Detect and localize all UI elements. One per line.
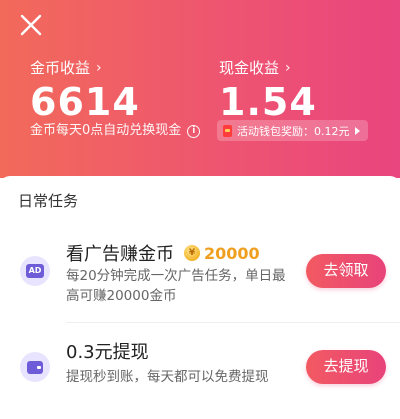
task-withdraw: 0.3元提现 提现秒到账，每天都可以免费提现 去提现 <box>0 338 400 408</box>
cash-earnings-value: 1.54 <box>219 80 317 124</box>
gold-earnings[interactable]: 金币收益 › 6614 <box>30 58 140 124</box>
divider <box>66 322 400 323</box>
chevron-right-icon: › <box>96 60 102 76</box>
ad-icon: AD <box>20 256 50 286</box>
close-button[interactable] <box>18 12 44 38</box>
wallet-icon-glyph <box>27 360 43 374</box>
task-watch-ads: AD 看广告赚金币 ¥ 20000 每20分钟完成一次广告任务，单日最高可赚20… <box>0 236 400 322</box>
close-icon <box>20 14 42 36</box>
task-panel: 日常任务 AD 看广告赚金币 ¥ 20000 每20分钟完成一次广告任务，单日最… <box>0 176 400 419</box>
task-description: 每20分钟完成一次广告任务，单日最高可赚20000金币 <box>66 268 286 304</box>
task-title: 0.3元提现 <box>66 338 149 364</box>
play-arrow-icon <box>354 126 360 135</box>
gold-earnings-label-text: 金币收益 <box>30 59 91 77</box>
gold-earnings-value: 6614 <box>30 80 140 124</box>
task-title-text: 0.3元提现 <box>66 342 149 363</box>
coin-reward: ¥ 20000 <box>184 244 260 263</box>
task-title-text: 看广告赚金币 <box>66 244 174 265</box>
gold-earnings-label: 金币收益 › <box>30 58 140 78</box>
claim-button[interactable]: 去领取 <box>306 254 386 288</box>
gold-exchange-note: 金币每天0点自动兑换现金 i <box>30 122 201 140</box>
activity-wallet-pill[interactable]: 活动钱包奖励：0.12元 <box>217 120 368 141</box>
coin-icon: ¥ <box>184 245 200 261</box>
task-description: 提现秒到账，每天都可以免费提现 <box>66 369 269 385</box>
wallet-icon <box>20 352 50 382</box>
red-packet-icon <box>223 124 232 137</box>
cash-earnings-label-text: 现金收益 <box>219 59 280 77</box>
earnings-header: 金币收益 › 6614 现金收益 › 1.54 金币每天0点自动兑换现金 i 活… <box>0 0 400 178</box>
section-title: 日常任务 <box>18 192 79 210</box>
cash-earnings[interactable]: 现金收益 › 1.54 <box>219 58 317 124</box>
activity-wallet-text: 活动钱包奖励：0.12元 <box>237 124 350 138</box>
task-title: 看广告赚金币 ¥ 20000 <box>66 240 260 266</box>
info-icon[interactable]: i <box>187 124 201 138</box>
coin-reward-amount: 20000 <box>204 243 260 263</box>
withdraw-button[interactable]: 去提现 <box>306 350 386 384</box>
ad-icon-label: AD <box>26 264 44 278</box>
chevron-right-icon: › <box>285 60 291 76</box>
cash-earnings-label: 现金收益 › <box>219 58 317 78</box>
gold-exchange-note-text: 金币每天0点自动兑换现金 <box>30 123 182 138</box>
